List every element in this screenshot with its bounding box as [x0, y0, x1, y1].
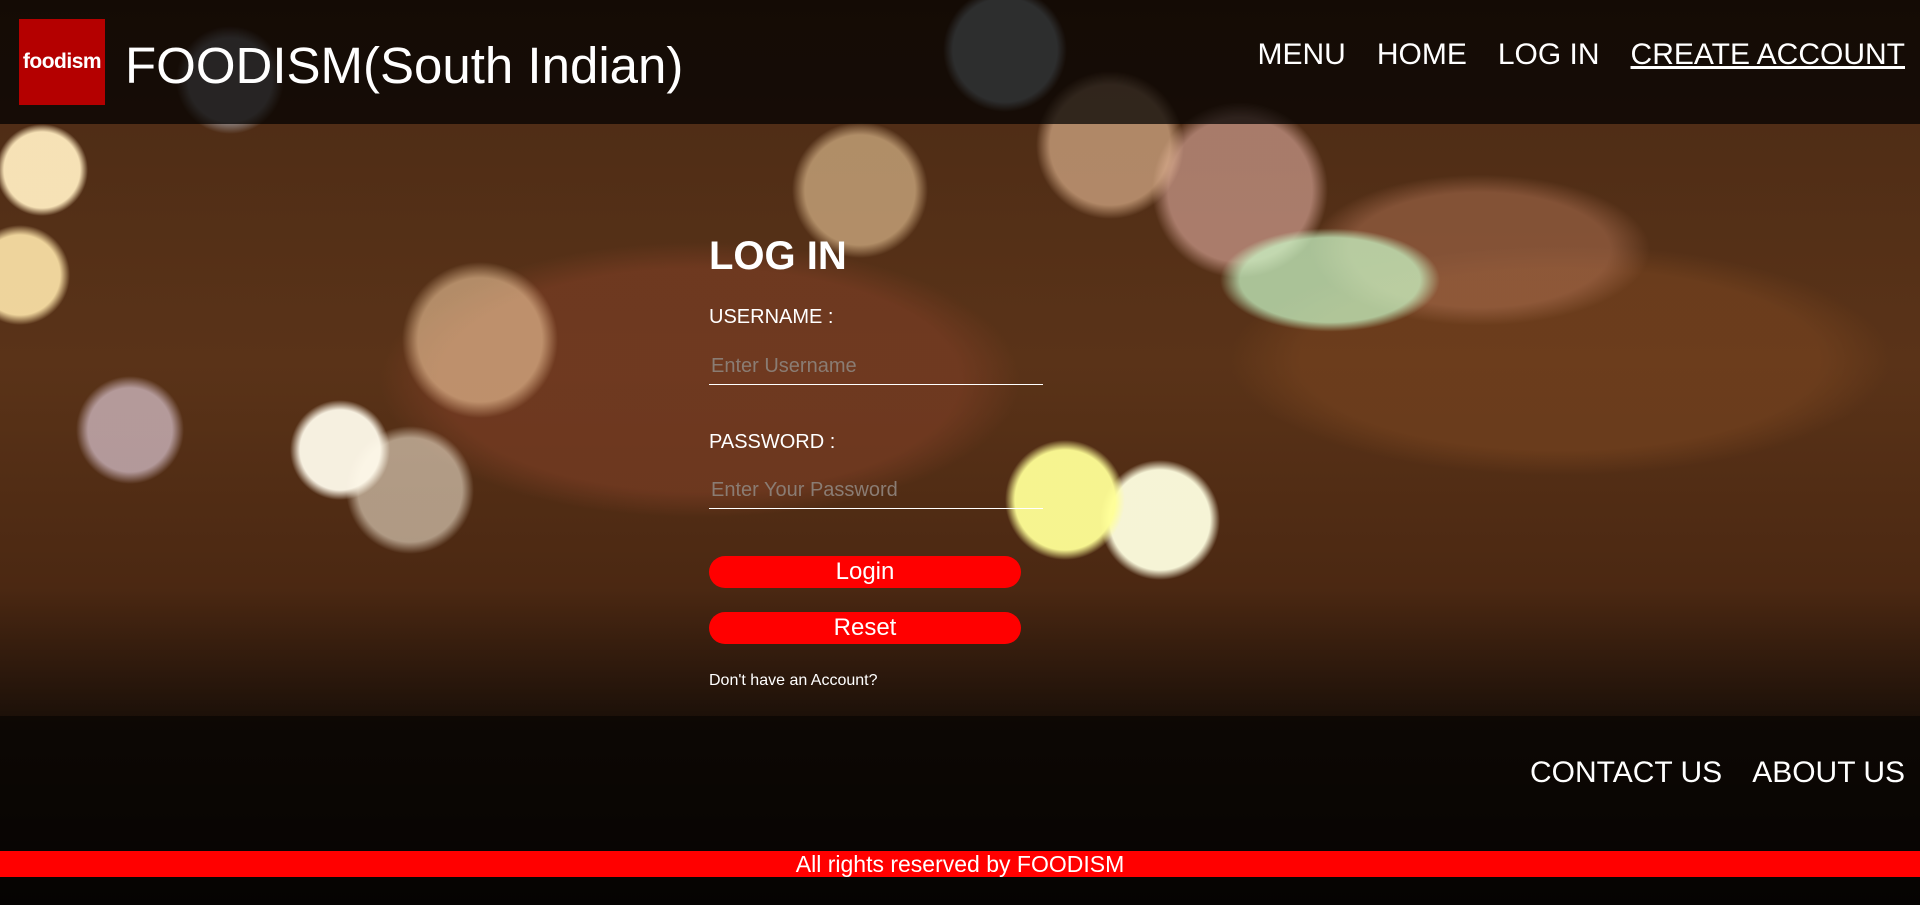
bottom-strip [0, 877, 1920, 905]
reset-button[interactable]: Reset [709, 612, 1021, 644]
site-header: foodism FOODISM(South Indian) MENU HOME … [0, 0, 1920, 124]
nav-log-in[interactable]: LOG IN [1498, 36, 1600, 74]
create-account-link[interactable]: Don't have an Account? [709, 672, 878, 690]
login-button[interactable]: Login [709, 556, 1021, 588]
password-input[interactable] [709, 472, 1043, 509]
site-logo[interactable]: foodism [19, 19, 105, 105]
main-nav: MENU HOME LOG IN CREATE ACCOUNT [1257, 36, 1905, 74]
nav-menu[interactable]: MENU [1257, 36, 1345, 74]
username-label: USERNAME : [709, 306, 834, 328]
site-title: FOODISM(South Indian) [125, 37, 684, 94]
footer-contact-us[interactable]: CONTACT US [1530, 754, 1722, 792]
password-label: PASSWORD : [709, 431, 836, 453]
login-title: LOG IN [709, 234, 847, 278]
username-input[interactable] [709, 348, 1043, 385]
copyright-bar: All rights reserved by FOODISM [0, 851, 1920, 877]
nav-home[interactable]: HOME [1377, 36, 1467, 74]
footer-about-us[interactable]: ABOUT US [1752, 754, 1905, 792]
logo-text: foodism [22, 50, 102, 73]
nav-create-account[interactable]: CREATE ACCOUNT [1631, 36, 1905, 74]
footer-nav: CONTACT US ABOUT US [1530, 754, 1905, 792]
site-footer: CONTACT US ABOUT US [0, 716, 1920, 851]
